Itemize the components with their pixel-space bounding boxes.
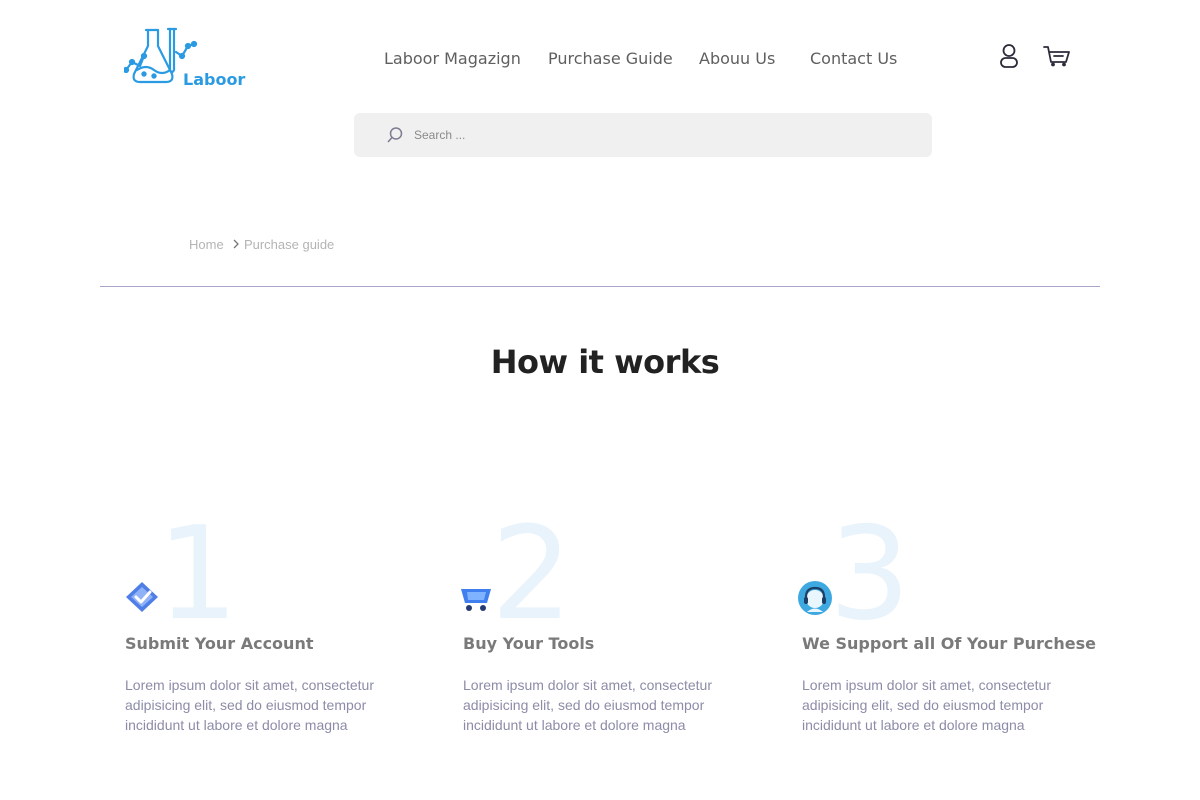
breadcrumb-home[interactable]: Home bbox=[189, 237, 224, 252]
step-card-2: 2 Buy Your Tools Lorem ipsum dolor sit a… bbox=[459, 500, 779, 760]
brand-logo[interactable]: Laboor bbox=[124, 26, 254, 92]
cart-icon[interactable] bbox=[1042, 44, 1072, 73]
step-number: 1 bbox=[157, 500, 239, 649]
headset-support-icon bbox=[797, 580, 833, 621]
step-number: 2 bbox=[491, 500, 573, 649]
nav-link-about-us[interactable]: Abouu Us bbox=[699, 49, 775, 68]
nav-link-magazine[interactable]: Laboor Magazign bbox=[384, 49, 521, 68]
search-bar bbox=[354, 113, 932, 157]
step-title: Submit Your Account bbox=[125, 634, 314, 653]
step-description: Lorem ipsum dolor sit amet, consectetur … bbox=[125, 677, 374, 733]
section-title: How it works bbox=[490, 343, 720, 381]
step-card-1: 1 Submit Your Account Lorem ipsum dolor … bbox=[125, 500, 445, 760]
step-description: Lorem ipsum dolor sit amet, consectetur … bbox=[463, 677, 712, 733]
brand-name: Laboor bbox=[183, 70, 246, 89]
step-title: We Support all Of Your Purchese bbox=[802, 634, 1096, 653]
shopping-cart-icon bbox=[459, 580, 493, 619]
step-number: 3 bbox=[829, 500, 911, 649]
breadcrumb-current: Purchase guide bbox=[243, 237, 335, 253]
chevron-right-icon bbox=[233, 237, 240, 252]
breadcrumb: Home Purchase guide bbox=[189, 236, 334, 252]
step-title: Buy Your Tools bbox=[463, 634, 595, 653]
search-input[interactable] bbox=[414, 121, 914, 149]
section-divider bbox=[100, 286, 1100, 287]
nav-link-contact-us[interactable]: Contact Us bbox=[810, 49, 897, 68]
nav-link-purchase-guide[interactable]: Purchase Guide bbox=[548, 49, 673, 68]
step-card-3: 3 We Support all Of Your Purchese Lorem … bbox=[797, 500, 1117, 760]
layers-check-icon bbox=[125, 580, 161, 621]
search-icon bbox=[386, 126, 404, 149]
step-description: Lorem ipsum dolor sit amet, consectetur … bbox=[802, 677, 1051, 733]
user-icon[interactable] bbox=[999, 43, 1019, 74]
